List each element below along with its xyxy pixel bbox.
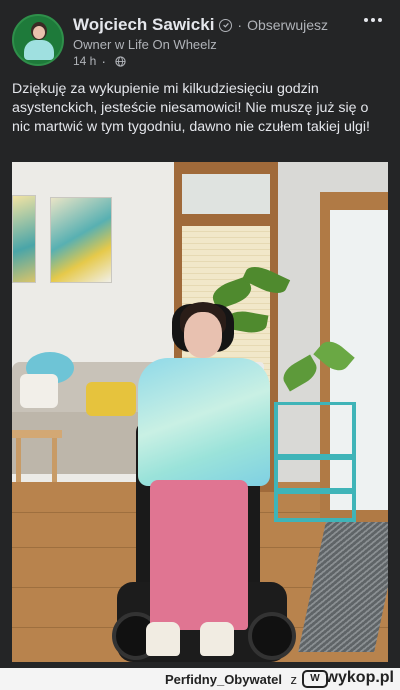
more-dot-icon [371,18,375,22]
pillow [86,382,136,416]
author-name[interactable]: Wojciech Sawicki [73,15,214,35]
author-avatar[interactable] [12,14,64,66]
post-photo[interactable] [12,162,388,662]
person-jacket [138,358,270,486]
cart-shelf [274,488,356,494]
door-glass [182,174,270,214]
table-leg [16,438,21,482]
post-text: Dziękuję za wykupienie mi kilkudziesięci… [12,81,370,135]
follow-status-button[interactable]: Obserwujesz [247,17,328,33]
cart-shelf [274,454,356,460]
side-table [12,430,62,438]
person-trousers [150,480,248,630]
post-meta: 14 h · [73,53,126,69]
wykop-logo-icon: W [302,670,328,688]
post-time[interactable]: 14 h [73,54,96,68]
avatar-face [33,26,45,39]
avatar-figure [24,40,54,60]
more-options-button[interactable] [364,18,382,22]
more-dot-icon [378,18,382,22]
wheelchair-wheel [248,612,296,660]
plant-cart [274,402,356,522]
wall-painting [12,195,36,283]
watermark-username: Perfidny_Obywatel [164,672,282,687]
watermark-brand: wykop.pl [325,669,394,686]
separator-dot: · [101,53,107,69]
author-subtitle: Owner w Life On Wheelz [73,37,217,52]
person-shoe [146,622,180,656]
globe-icon [115,55,126,67]
verified-icon [219,18,233,32]
facebook-post: Wojciech Sawicki · Obserwujesz Owner w L… [0,0,400,668]
watermark-bar: Perfidny_Obywatel z W wykop.pl [0,668,400,690]
more-dot-icon [364,18,368,22]
person-shoe [200,622,234,656]
separator-dot: · [237,17,243,33]
table-leg [52,438,57,482]
watermark-connector: z [290,672,298,687]
pillow [20,374,58,408]
author-row: Wojciech Sawicki · Obserwujesz [73,15,328,35]
wall-painting [50,197,112,283]
person-face [184,312,222,358]
